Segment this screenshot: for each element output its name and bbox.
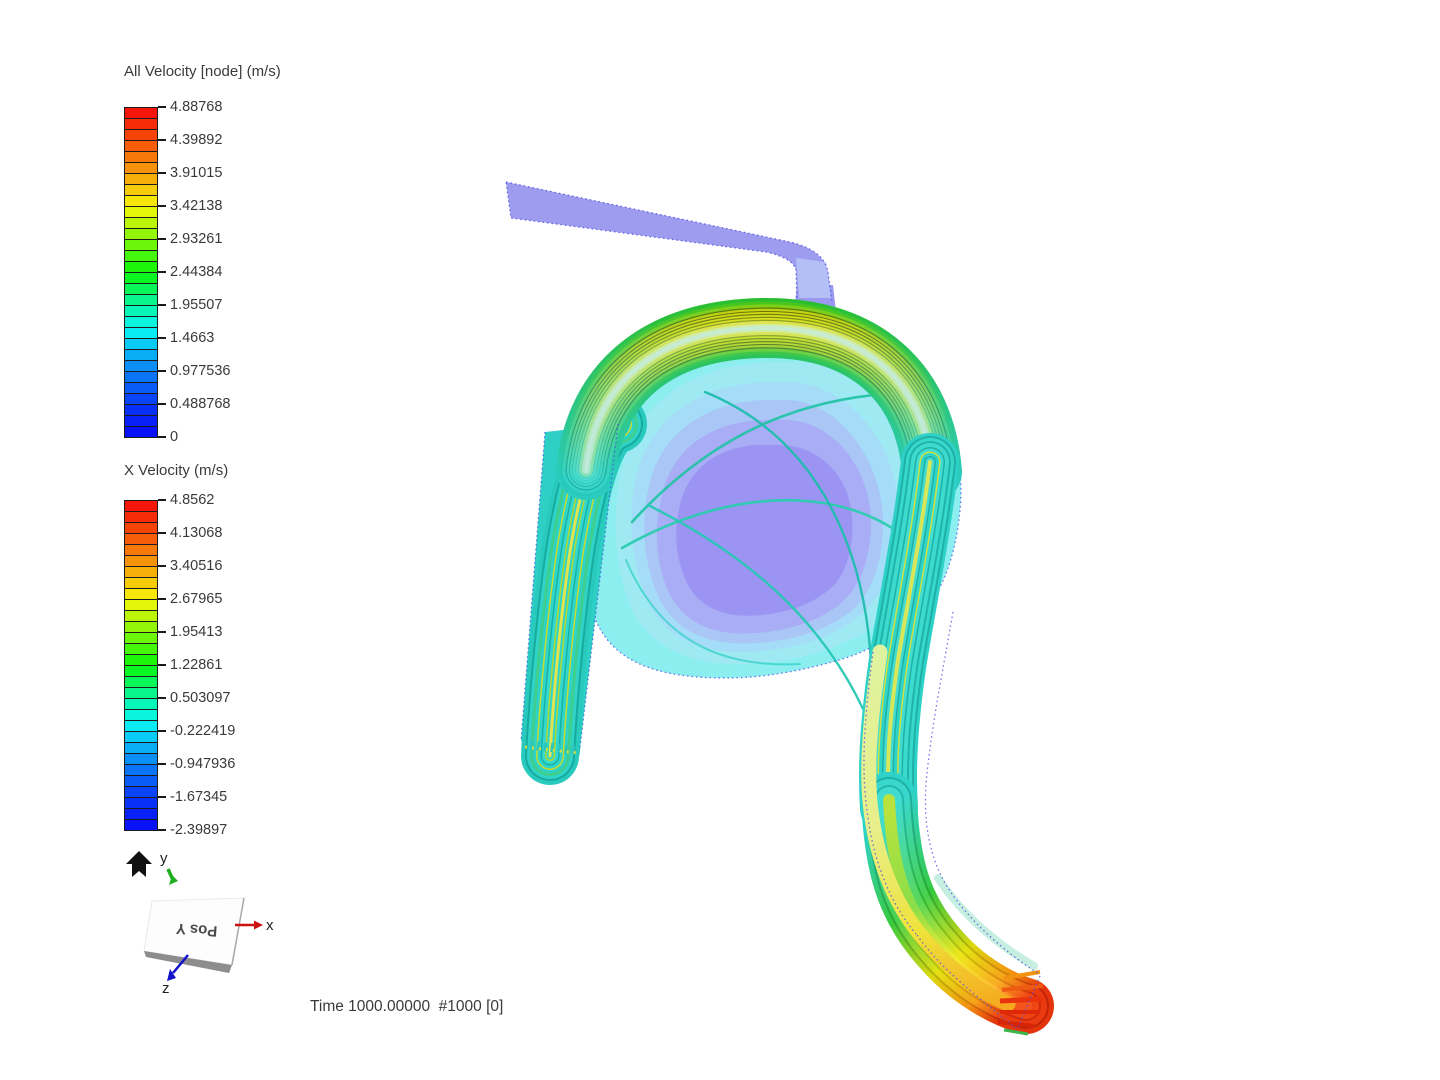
legend-title: All Velocity [node] (m/s)	[124, 63, 281, 80]
axis-y-arrow	[166, 868, 178, 885]
legend-tickmark	[158, 337, 166, 339]
cfd-postprocessor-window: All Velocity [node] (m/s) 4.88768 4.39892…	[0, 0, 1440, 1080]
legend-tick-label: 2.44384	[170, 264, 223, 280]
legend-tick-label: 1.4663	[170, 330, 215, 346]
legend-tickmark	[158, 631, 166, 633]
legend-tickmark	[158, 598, 166, 600]
legend-tick-label: -1.67345	[170, 789, 228, 805]
legend-tick-label: 4.8562	[170, 492, 215, 508]
legend-tickmark	[158, 730, 166, 732]
legend-tick-label: 2.67965	[170, 591, 223, 607]
axis-z-label: z	[162, 980, 170, 997]
legend-tickmark	[158, 532, 166, 534]
legend-tick-label: 3.42138	[170, 198, 223, 214]
legend-tickmark	[158, 370, 166, 372]
legend-tick-label: 0.488768	[170, 396, 231, 412]
legend-tick-label: 3.91015	[170, 165, 223, 181]
legend-tick-label: 4.39892	[170, 132, 223, 148]
orientation-triad[interactable]: y Pos Y x z	[118, 845, 298, 1020]
legend-tick-label: 2.93261	[170, 231, 223, 247]
legend-tickmark	[158, 436, 166, 438]
legend-tickmark	[158, 205, 166, 207]
legend-tick-label: 0.977536	[170, 363, 231, 379]
legend-tick-label: -0.947936	[170, 756, 236, 772]
legend-tickmark	[158, 565, 166, 567]
legend-tickmark	[158, 304, 166, 306]
legend-tickmark	[158, 796, 166, 798]
time-readout: Time 1000.00000 #1000 [0]	[310, 998, 504, 1015]
legend-tick-label: 4.88768	[170, 99, 223, 115]
axis-x-label: x	[266, 917, 274, 934]
colorbar	[124, 107, 158, 438]
legend-tick-label: 0.503097	[170, 690, 231, 706]
colorbar-segment	[124, 426, 158, 438]
legend-title: X Velocity (m/s)	[124, 462, 229, 479]
legend-tickmark	[158, 763, 166, 765]
legend-tick-label: 0	[170, 429, 179, 445]
legend-tickmark	[158, 829, 166, 831]
pos-y-plane: Pos Y	[143, 897, 245, 973]
legend-tickmark	[158, 271, 166, 273]
inlet-tube	[505, 181, 836, 312]
right-tube-streamlines	[888, 462, 930, 808]
legend-tickmark	[158, 172, 166, 174]
legend-tickmark	[158, 238, 166, 240]
plane-label: Pos Y	[175, 920, 218, 940]
legend-tick-label: 1.95413	[170, 624, 223, 640]
legend-tick-label: 1.95507	[170, 297, 223, 313]
axis-y-label: y	[160, 850, 168, 867]
legend-tick-label: -0.222419	[170, 723, 236, 739]
legend-tickmark	[158, 499, 166, 501]
legend-tick-label: 4.13068	[170, 525, 223, 541]
colorbar	[124, 500, 158, 831]
legend-tickmark	[158, 697, 166, 699]
colorbar-segment	[124, 819, 158, 831]
legend-tickmark	[158, 403, 166, 405]
legend-tick-label: 3.40516	[170, 558, 223, 574]
legend-all-velocity: All Velocity [node] (m/s) 4.88768 4.39892…	[124, 63, 404, 483]
inlet-flow-marker	[756, 222, 764, 229]
legend-tickmark	[158, 106, 166, 108]
legend-tick-label: -2.39897	[170, 822, 228, 838]
legend-tickmark	[158, 664, 166, 666]
home-arrow-icon[interactable]	[126, 851, 152, 877]
contour-core	[676, 445, 853, 616]
legend-tick-label: 1.22861	[170, 657, 223, 673]
legend-tickmark	[158, 139, 166, 141]
legend-x-velocity: X Velocity (m/s) 4.8562 4.13068 3.40516 2.6…	[124, 462, 404, 882]
